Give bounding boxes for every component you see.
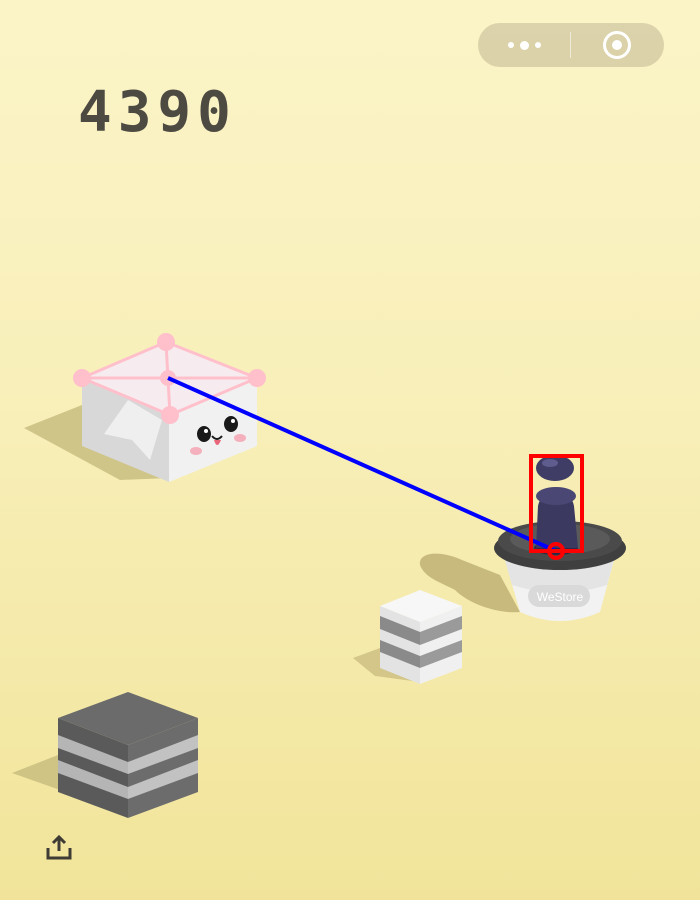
jump-trajectory-line (167, 376, 557, 553)
more-dots-icon-center (519, 40, 529, 50)
more-dots-icon-right (534, 42, 541, 48)
game-stage[interactable]: WeStore 4390 (0, 0, 700, 900)
share-upload-icon (46, 834, 72, 860)
target-close-icon (603, 31, 631, 59)
score-display: 4390 (78, 80, 237, 145)
more-dots-icon (507, 42, 514, 48)
share-button[interactable] (44, 834, 74, 862)
striped-block-small (380, 590, 462, 684)
striped-block-large (58, 692, 198, 818)
mini-program-capsule (478, 23, 664, 67)
player-piece[interactable] (534, 455, 578, 555)
close-mini-program-button[interactable] (571, 23, 663, 67)
westore-label: WeStore (537, 590, 584, 604)
more-menu-button[interactable] (478, 23, 570, 67)
